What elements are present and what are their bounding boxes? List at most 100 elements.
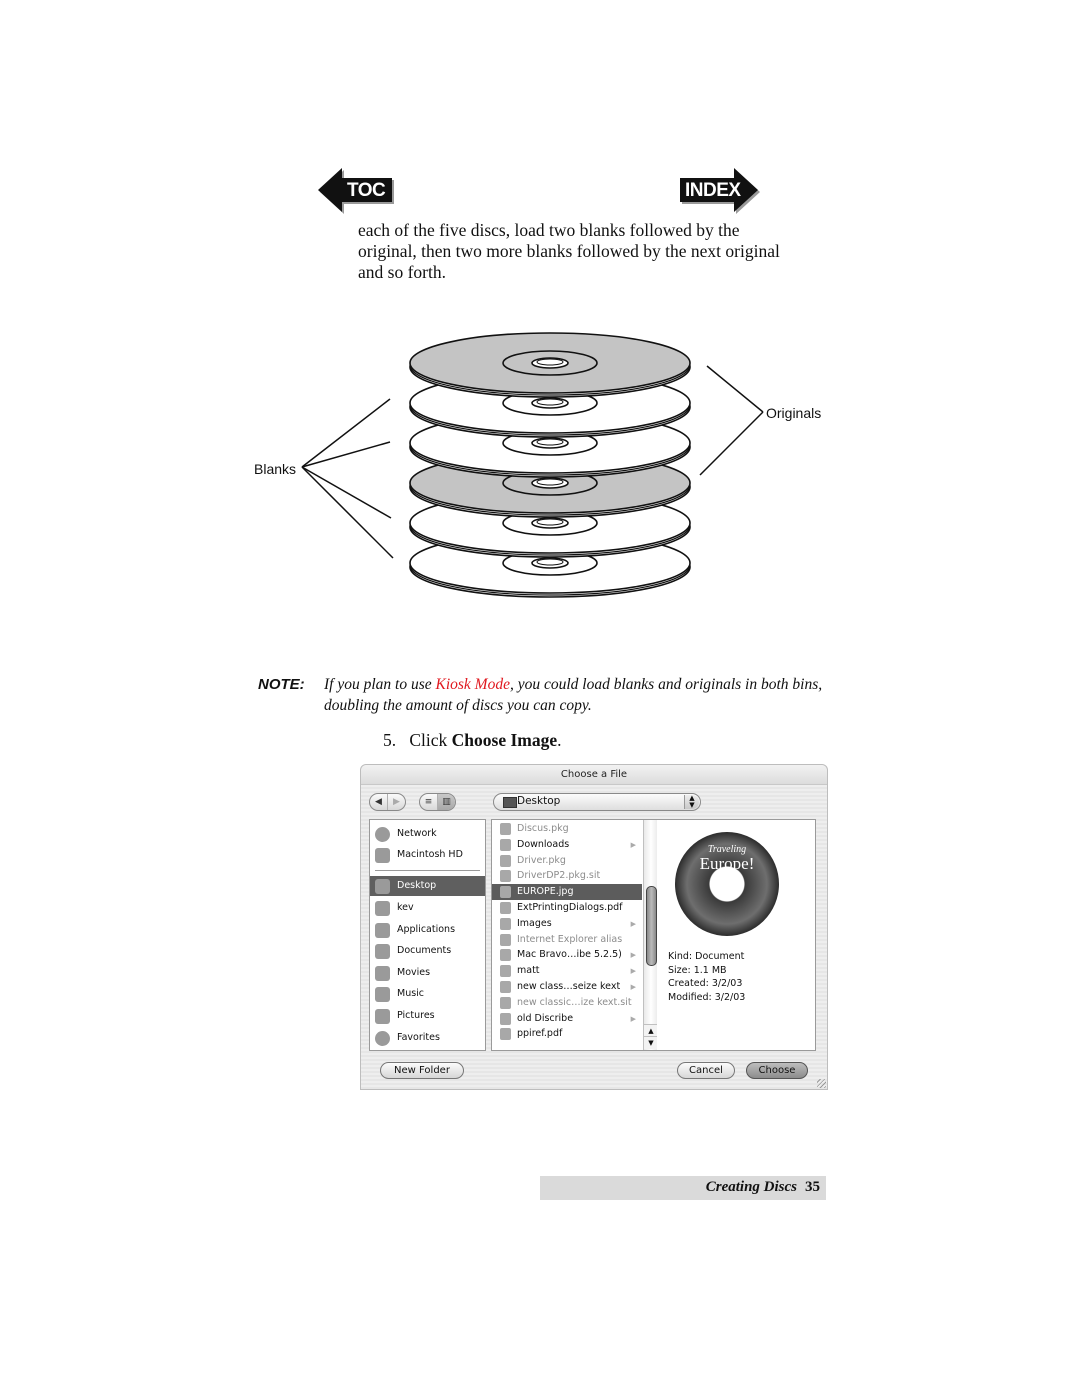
file-list-item[interactable]: Images ▶ [492,916,642,932]
index-button[interactable]: INDEX [680,168,760,216]
file-icon [500,933,511,946]
file-name: Discus.pkg [517,823,569,834]
footer-text: Creating Discs 35 [706,1179,820,1196]
location-popup[interactable]: Desktop ▲ ▼ [493,793,701,811]
popup-arrows-icon: ▲ ▼ [684,795,699,809]
toc-button[interactable]: TOC [318,168,396,216]
file-name: Driver.pkg [517,854,566,866]
sidebar-item-label: Movies [397,967,431,978]
originals-leader-lines [699,365,764,476]
file-name: ExtPrintingDialogs.pdf [517,902,623,913]
file-list-item[interactable]: Internet Explorer alias [492,932,642,948]
footer-section: Creating Discs [705,1179,797,1195]
disclosure-arrow-icon: ▶ [630,951,636,960]
file-list-item[interactable]: EUROPE.jpg [492,884,642,901]
cancel-button[interactable]: Cancel [677,1062,735,1079]
disclosure-arrow-icon: ▶ [630,840,636,849]
sidebar-item-kev[interactable]: kev [370,898,485,918]
page-number: 35 [805,1179,820,1195]
file-name: Internet Explorer alias [517,933,623,945]
file-icon [500,1028,511,1041]
location-label: Desktop [517,795,561,807]
file-list-item[interactable]: matt ▶ [492,963,642,979]
file-icon [500,823,511,835]
blanks-label: Blanks [254,461,296,477]
sidebar-item-label: kev [397,902,414,913]
choose-image-term: Choose Image [451,730,558,750]
hard-drive-icon [375,848,390,863]
back-button[interactable]: ◀ [370,794,388,810]
sidebar-item-network[interactable]: Network [370,824,485,844]
file-list: ppiref.pdf old Discribe ▶ new classic…ize k… [491,819,659,1051]
sidebar-item-favorites[interactable]: Favorites [370,1028,485,1048]
file-list-item[interactable]: Discus.pkg [492,821,642,837]
file-list-item[interactable]: ExtPrintingDialogs.pdf [492,900,642,916]
forward-button[interactable]: ▶ [388,794,405,810]
list-view-button[interactable]: ≡ [420,794,438,810]
file-icon [500,902,511,914]
disc-stack-figure: Blanks Originals [254,332,821,598]
toc-label: TOC [347,180,386,201]
disc-stack [409,332,691,598]
choose-file-dialog: Choose a File ◀ ▶ ≡ ▥ Desktop ▲ ▼ Network… [360,764,828,1090]
step-5: 5. Click Choose Image. [383,730,562,751]
sidebar-item-label: Pictures [397,1010,435,1021]
choose-button[interactable]: Choose [746,1062,808,1079]
file-name: Images [517,917,552,929]
back-forward-control: ◀ ▶ [369,793,406,811]
scroll-down-arrow[interactable]: ▼ [644,1036,658,1049]
file-list-item[interactable]: Downloads ▶ [492,837,642,853]
file-name: ppiref.pdf [517,1028,563,1040]
meta-kind: Kind: Document [668,951,745,962]
file-list-item[interactable]: old Discribe ▶ [492,1011,642,1027]
sidebar-item-label: Favorites [397,1032,440,1043]
folder-icon [500,1012,511,1025]
scroll-thumb[interactable] [646,886,657,966]
sidebar-item-documents[interactable]: Documents [370,941,485,961]
sidebar-item-label: Music [397,988,425,999]
europe-disc-image: Traveling Europe! [675,832,779,936]
disclosure-arrow-icon: ▶ [630,983,636,991]
file-list-item[interactable]: new classic…ize kext.sit [492,995,642,1011]
sidebar-item-desktop[interactable]: Desktop [370,876,485,896]
disclosure-arrow-icon: ▶ [630,1014,636,1023]
file-list-item[interactable]: ppiref.pdf [492,1026,642,1042]
network-icon [375,827,390,842]
file-metadata: Kind: Document Size: 1.1 MB Created: 3/2… [668,950,745,1004]
desktop-folder-icon [503,797,517,808]
file-name: Downloads [517,838,570,850]
sidebar-item-pictures[interactable]: Pictures [370,1006,485,1026]
sidebar-item-label: Documents [397,945,452,956]
new-folder-button[interactable]: New Folder [380,1062,464,1079]
file-name: old Discribe [517,1012,574,1024]
file-list-item[interactable]: new class…seize kext ▶ [492,979,642,995]
movies-icon [375,966,390,981]
disclosure-arrow-icon: ▶ [630,967,636,976]
sidebar-item-movies[interactable]: Movies [370,963,485,983]
file-list-item[interactable]: Driver.pkg [492,853,642,869]
meta-created: Created: 3/2/03 [668,978,743,989]
sidebar-separator [375,870,480,871]
kiosk-mode-link[interactable]: Kiosk Mode [436,676,510,693]
documents-icon [375,944,390,959]
file-list-item[interactable]: Mac Bravo…ibe 5.2.5) ▶ [492,947,642,963]
meta-size: Size: 1.1 MB [668,964,727,976]
sidebar-item-applications[interactable]: Applications [370,920,485,940]
meta-modified: Modified: 3/2/03 [668,991,746,1003]
pictures-icon [375,1009,390,1024]
note-heading: NOTE: [258,676,305,693]
sidebar-item-label: Macintosh HD [397,849,463,860]
file-name: matt [517,965,540,977]
file-icon [500,854,511,867]
file-list-item[interactable]: DriverDP2.pkg.sit [492,868,642,884]
originals-label: Originals [766,405,821,421]
sidebar-item-macintosh-hd[interactable]: Macintosh HD [370,845,485,865]
column-view-button[interactable]: ▥ [438,794,455,810]
file-name: EUROPE.jpg [517,886,574,898]
blanks-leader-lines [301,398,394,559]
folder-icon [500,981,511,993]
file-list-scrollbar[interactable]: ▲ ▼ [643,820,658,1050]
sidebar-item-music[interactable]: Music [370,984,485,1004]
resize-grip[interactable] [817,1079,826,1088]
disc-original [409,332,691,398]
